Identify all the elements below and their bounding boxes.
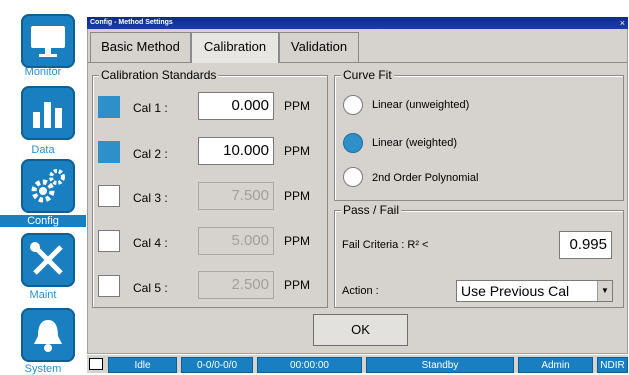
cal2-checkbox[interactable]	[98, 141, 120, 163]
cal1-checkbox[interactable]	[98, 96, 120, 118]
bell-icon	[21, 308, 75, 362]
linear-unweighted-radio[interactable]	[343, 95, 363, 115]
curve-fit-title: Curve Fit	[341, 68, 394, 82]
cal5-checkbox[interactable]	[98, 275, 120, 297]
status-timer: 00:00:00	[257, 357, 362, 373]
cal3-unit: PPM	[284, 189, 311, 203]
bar-chart-icon	[21, 86, 75, 140]
action-select[interactable]: Use Previous Cal ▼	[456, 280, 613, 302]
nav-monitor[interactable]: Monitor	[0, 0, 86, 78]
cal5-label: Cal 5 :	[133, 281, 168, 295]
cal5-value-input: 2.500	[198, 271, 274, 299]
linear-weighted-radio[interactable]	[343, 133, 363, 153]
network-icon	[89, 358, 103, 370]
nav-data[interactable]: Data	[0, 78, 86, 156]
dialog-titlebar: Config - Method Settings ×	[87, 17, 628, 29]
nav-label-config: Config	[0, 215, 86, 227]
cal1-label: Cal 1 :	[133, 101, 168, 115]
cal3-label: Cal 3 :	[133, 191, 168, 205]
status-bar: Idle 0-0/0-0/0 00:00:00 Standby Admin ND…	[87, 355, 628, 373]
status-user: Admin	[518, 357, 593, 373]
action-select-value: Use Previous Cal	[461, 283, 570, 299]
nav-label-maint: Maint	[29, 289, 57, 301]
calibration-standards-title: Calibration Standards	[99, 68, 219, 82]
cal1-unit: PPM	[284, 99, 311, 113]
cal2-unit: PPM	[284, 144, 311, 158]
cal2-value-input[interactable]: 10.000	[198, 137, 274, 165]
wrench-screwdriver-icon	[21, 233, 75, 287]
linear-weighted-label: Linear (weighted)	[372, 137, 457, 149]
nav-label-monitor: Monitor	[24, 66, 62, 78]
nav-config[interactable]: Config	[0, 156, 86, 227]
linear-unweighted-label: Linear (unweighted)	[372, 99, 470, 111]
chevron-down-icon[interactable]: ▼	[597, 281, 612, 301]
status-mode: Standby	[366, 357, 514, 373]
nav-system[interactable]: System	[0, 306, 86, 375]
cal4-label: Cal 4 :	[133, 236, 168, 250]
polynomial-radio[interactable]	[343, 167, 363, 187]
cal3-value-input: 7.500	[198, 182, 274, 210]
nav-label-data: Data	[31, 144, 55, 156]
cal2-label: Cal 2 :	[133, 147, 168, 161]
cal5-unit: PPM	[284, 278, 311, 292]
left-nav: Monitor Data Config Maint System	[0, 0, 86, 375]
nav-label-system: System	[24, 363, 62, 375]
polynomial-label: 2nd Order Polynomial	[372, 172, 479, 184]
cal4-value-input: 5.000	[198, 227, 274, 255]
tab-validation[interactable]: Validation	[279, 32, 359, 62]
tab-calibration[interactable]: Calibration	[191, 32, 279, 63]
nav-maint[interactable]: Maint	[0, 231, 86, 301]
monitor-icon	[21, 14, 75, 68]
cal3-checkbox[interactable]	[98, 185, 120, 207]
status-counter: 0-0/0-0/0	[181, 357, 253, 373]
status-state: Idle	[108, 357, 177, 373]
cal1-value-input[interactable]: 0.000	[198, 92, 274, 120]
close-icon[interactable]: ×	[620, 17, 625, 29]
tab-basic-method[interactable]: Basic Method	[90, 32, 191, 62]
dialog-title: Config - Method Settings	[90, 19, 173, 26]
action-label: Action :	[342, 285, 379, 297]
fail-criteria-label: Fail Criteria : R² <	[342, 239, 429, 251]
pass-fail-title: Pass / Fail	[341, 203, 402, 217]
status-sensor: NDIR	[597, 357, 628, 373]
cal4-unit: PPM	[284, 234, 311, 248]
cal4-checkbox[interactable]	[98, 230, 120, 252]
fail-criteria-input[interactable]: 0.995	[559, 231, 612, 259]
gears-icon	[21, 159, 75, 213]
ok-button[interactable]: OK	[313, 314, 408, 346]
